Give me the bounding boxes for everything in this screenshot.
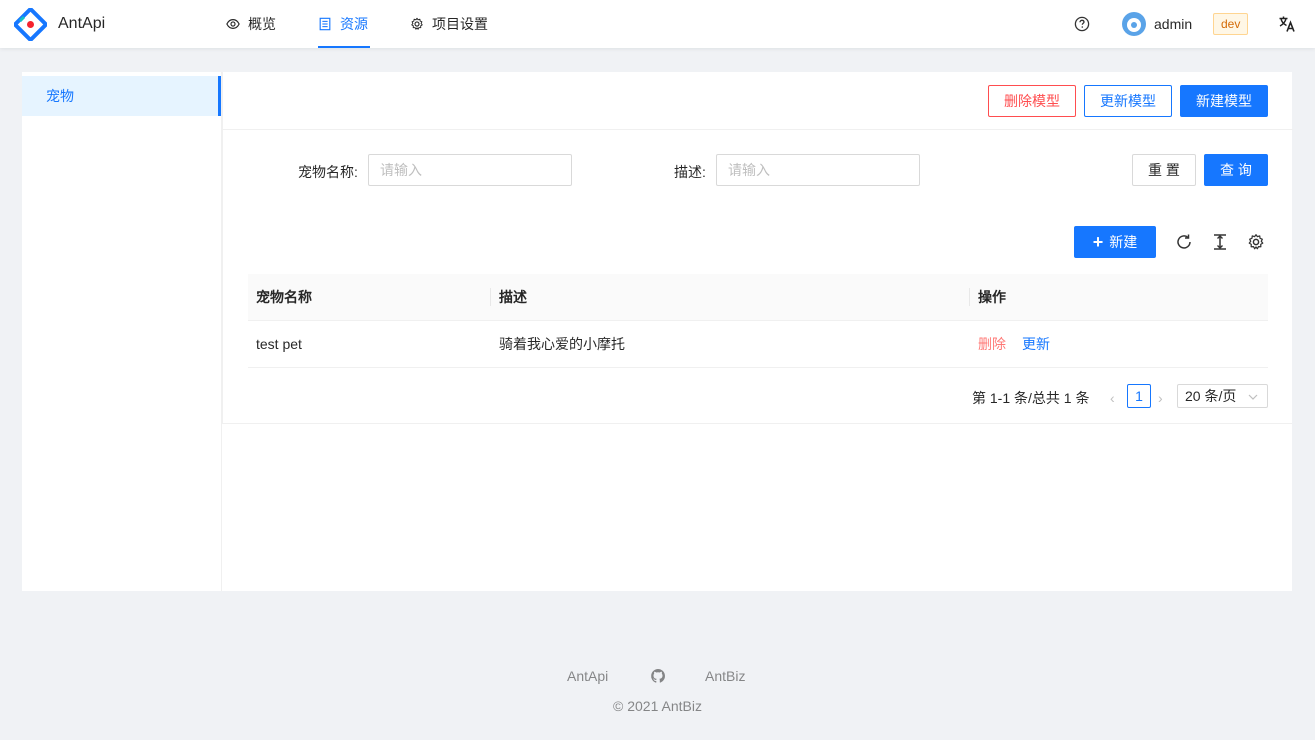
plus-icon: + [1092, 232, 1104, 252]
new-record-label: 新建 [1109, 234, 1138, 250]
resource-icon [319, 17, 331, 31]
footer-link-antbiz[interactable]: AntBiz [705, 668, 745, 684]
column-header-description: 描述 [499, 289, 527, 305]
user-menu[interactable]: admin [1122, 0, 1192, 48]
model-content: 删除模型 更新模型 新建模型 宠物名称: 描述: 重 置 查 询 + 新建 宠物名… [222, 72, 1293, 424]
reload-icon[interactable] [1175, 233, 1193, 251]
new-record-button[interactable]: + 新建 [1074, 226, 1156, 258]
description-input[interactable] [716, 154, 920, 186]
language-switch-button[interactable] [1278, 0, 1296, 48]
pet-table: 宠物名称 描述 操作 test pet 骑着我心爱的小摩托 删除 更新 [248, 274, 1268, 368]
gear-icon [411, 17, 423, 30]
avatar [1122, 12, 1146, 36]
new-model-button[interactable]: 新建模型 [1180, 85, 1268, 117]
copyright: © 2021 AntBiz [0, 698, 1315, 714]
prev-page-icon[interactable]: ‹ [1110, 390, 1115, 406]
sidebar-item-label: 宠物 [46, 88, 74, 104]
top-header: AntApi 概览 资源 项目设置 admin dev [0, 0, 1315, 48]
nav-overview[interactable]: 概览 [226, 0, 276, 48]
table-header: 宠物名称 描述 操作 [248, 274, 1268, 321]
column-height-icon[interactable] [1211, 233, 1229, 251]
help-button[interactable] [1074, 0, 1090, 48]
pet-name-input[interactable] [368, 154, 572, 186]
copyright-icon: © [613, 698, 624, 714]
sidebar-item-pet[interactable]: 宠物 [22, 76, 221, 116]
pet-name-label: 宠物名称: [298, 164, 358, 180]
question-circle-icon [1074, 16, 1090, 32]
model-sidebar: 宠物 [22, 72, 222, 591]
github-icon[interactable] [650, 668, 666, 684]
model-toolbar: 删除模型 更新模型 新建模型 [223, 72, 1293, 130]
setting-icon[interactable] [1247, 233, 1265, 251]
nav-resources[interactable]: 资源 [318, 0, 370, 48]
pagination-page-1[interactable]: 1 [1127, 384, 1151, 408]
chevron-down-icon [1248, 394, 1258, 400]
row-update-link[interactable]: 更新 [1022, 321, 1050, 367]
footer-link-antapi[interactable]: AntApi [567, 668, 608, 684]
delete-model-button[interactable]: 删除模型 [988, 85, 1076, 117]
pagination-summary: 第 1-1 条/总共 1 条 [972, 390, 1090, 406]
user-name: admin [1154, 16, 1193, 32]
reset-button[interactable]: 重 置 [1132, 154, 1196, 186]
query-button[interactable]: 查 询 [1204, 154, 1268, 186]
env-tag: dev [1213, 13, 1249, 35]
table-row: test pet 骑着我心爱的小摩托 删除 更新 [248, 321, 1268, 368]
column-header-name: 宠物名称 [256, 289, 312, 305]
eye-icon [226, 19, 240, 29]
nav-resources-label: 资源 [340, 16, 368, 32]
cell-pet-name: test pet [256, 336, 302, 352]
antapi-logo-icon[interactable] [14, 8, 47, 41]
nav-project-settings[interactable]: 项目设置 [410, 0, 488, 48]
update-model-button[interactable]: 更新模型 [1084, 85, 1172, 117]
cell-description: 骑着我心爱的小摩托 [499, 336, 625, 352]
app-title[interactable]: AntApi [58, 15, 105, 33]
main-card: 宠物 删除模型 更新模型 新建模型 宠物名称: 描述: 重 置 查 询 + 新建 … [22, 72, 1293, 591]
nav-overview-label: 概览 [248, 16, 276, 32]
next-page-icon[interactable]: › [1158, 390, 1163, 406]
env-tag-wrap: dev [1213, 0, 1249, 48]
page-size-value: 20 条/页 [1185, 388, 1237, 404]
description-label: 描述: [674, 164, 706, 180]
column-header-actions: 操作 [978, 289, 1006, 305]
nav-project-settings-label: 项目设置 [432, 16, 488, 32]
page-size-select[interactable]: 20 条/页 [1177, 384, 1268, 408]
column-divider [969, 288, 970, 306]
copyright-text: 2021 AntBiz [627, 698, 702, 714]
translation-icon [1279, 16, 1295, 32]
column-divider [490, 288, 491, 306]
row-delete-link[interactable]: 删除 [978, 321, 1006, 367]
